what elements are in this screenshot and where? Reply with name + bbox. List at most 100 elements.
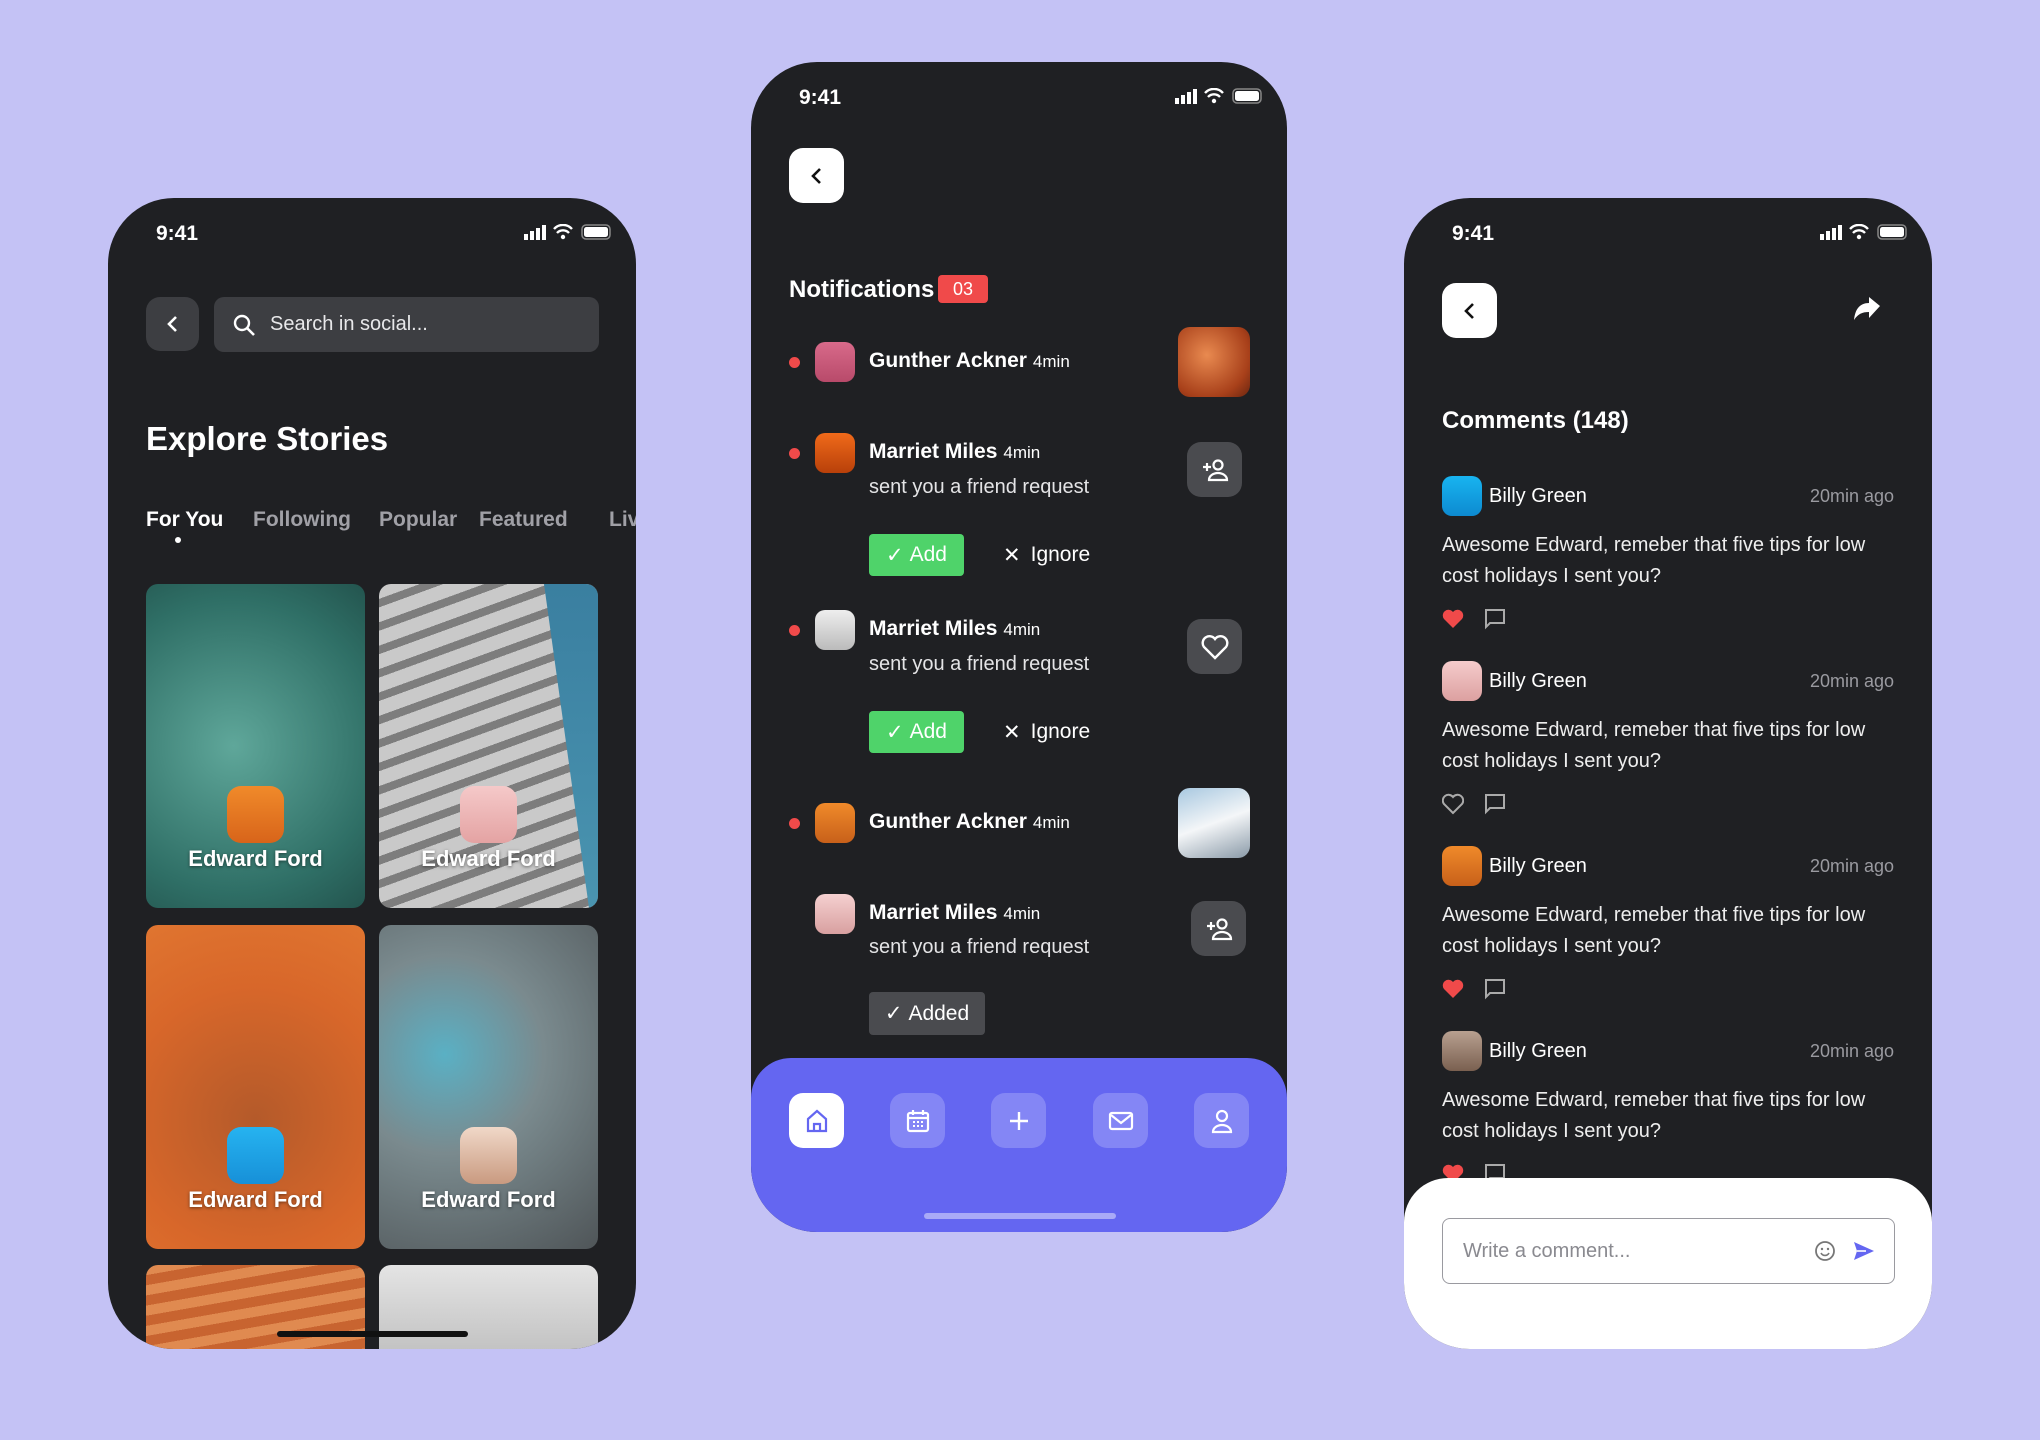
bottom-nav — [751, 1058, 1287, 1232]
share-icon[interactable] — [1852, 296, 1882, 322]
unread-dot — [789, 818, 800, 829]
story-card[interactable]: Edward Ford — [379, 925, 598, 1249]
notification-text: sent you a friend request — [869, 476, 1090, 498]
reply-icon[interactable] — [1484, 978, 1506, 1000]
comment-time: 20min ago — [1809, 486, 1894, 506]
ignore-button[interactable]: ✕ Ignore — [1003, 534, 1090, 576]
explore-screen: 9:41 Search in social... Explore Stories… — [108, 198, 636, 1349]
reply-icon[interactable] — [1484, 608, 1506, 630]
comment-composer: Write a comment... — [1404, 1178, 1932, 1349]
count-badge: 03 — [938, 275, 988, 303]
unread-dot — [789, 357, 800, 368]
back-button[interactable] — [789, 148, 844, 203]
plus-icon — [1009, 1111, 1028, 1130]
tab-popular[interactable]: Popular — [379, 508, 457, 532]
active-tab-dot — [175, 537, 181, 543]
home-indicator — [924, 1213, 1116, 1219]
page-title: Explore Stories — [146, 420, 389, 457]
avatar — [815, 894, 855, 934]
back-button[interactable] — [146, 297, 199, 351]
add-friend-button[interactable] — [1191, 901, 1246, 956]
reply-icon[interactable] — [1484, 793, 1506, 815]
page-title: Notifications — [789, 276, 935, 303]
notification-name: Gunther Ackner 4min — [869, 810, 1070, 833]
close-icon: ✕ — [1003, 720, 1021, 744]
search-placeholder: Search in social... — [270, 313, 428, 335]
post-thumbnail[interactable] — [1178, 788, 1250, 858]
home-indicator — [277, 1331, 468, 1337]
back-button[interactable] — [1442, 283, 1497, 338]
page-title: Comments (148) — [1442, 407, 1629, 434]
nav-calendar[interactable] — [890, 1093, 945, 1148]
avatar — [460, 1127, 517, 1184]
story-author: Edward Ford — [188, 846, 323, 871]
heart-icon[interactable] — [1442, 978, 1464, 1000]
story-card[interactable]: Edward Ford — [379, 584, 598, 908]
comment-text: Awesome Edward, remeber that five tips f… — [1442, 1089, 1866, 1142]
add-button[interactable]: ✓ Add — [869, 534, 964, 576]
calendar-icon — [906, 1109, 929, 1132]
comment-text: Awesome Edward, remeber that five tips f… — [1442, 719, 1866, 772]
story-author: Edward Ford — [421, 1187, 556, 1212]
search-input[interactable]: Search in social... — [214, 297, 599, 352]
unread-dot — [789, 448, 800, 459]
heart-icon — [1201, 634, 1228, 660]
emoji-icon[interactable] — [1814, 1240, 1836, 1262]
avatar — [227, 786, 284, 843]
tab-live[interactable]: Live — [609, 508, 636, 532]
story-card[interactable]: Edward Ford — [146, 584, 365, 908]
comment-text: Awesome Edward, remeber that five tips f… — [1442, 904, 1866, 957]
tab-for-you[interactable]: For You — [146, 508, 223, 532]
comment-time: 20min ago — [1809, 856, 1894, 876]
nav-profile[interactable] — [1194, 1093, 1249, 1148]
notification-name: Marriet Miles 4min — [869, 440, 1041, 463]
avatar — [1442, 1031, 1482, 1071]
like-button[interactable] — [1187, 619, 1242, 674]
post-thumbnail[interactable] — [1178, 327, 1250, 397]
add-button[interactable]: ✓ Add — [869, 711, 964, 753]
avatar — [815, 342, 855, 382]
heart-icon[interactable] — [1442, 793, 1464, 815]
status-time: 9:41 — [156, 222, 199, 245]
story-author: Edward Ford — [421, 846, 556, 871]
notification-name: Marriet Miles 4min — [869, 901, 1041, 924]
story-author: Edward Ford — [188, 1187, 323, 1212]
story-card[interactable]: Edward Ford — [146, 925, 365, 1249]
comment-time: 20min ago — [1809, 1041, 1894, 1061]
notifications-screen: 9:41 Notifications 03 Gunther Ackner 4min… — [751, 62, 1287, 1232]
nav-messages[interactable] — [1093, 1093, 1148, 1148]
avatar — [815, 803, 855, 843]
comments-screen: 9:41 Comments (148) Billy Green 20min ago… — [1404, 198, 1932, 1349]
avatar — [1442, 846, 1482, 886]
mail-icon — [1108, 1111, 1133, 1130]
nav-home[interactable] — [789, 1093, 844, 1148]
add-friend-button[interactable] — [1187, 442, 1242, 497]
comment-text: Awesome Edward, remeber that five tips f… — [1442, 534, 1866, 587]
added-button[interactable]: ✓ Added — [869, 992, 985, 1035]
status-icons — [1820, 224, 1910, 240]
send-icon[interactable] — [1852, 1240, 1876, 1262]
heart-icon[interactable] — [1442, 608, 1464, 630]
comment-author: Billy Green — [1489, 1040, 1587, 1062]
unread-dot — [789, 625, 800, 636]
status-time: 9:41 — [1452, 222, 1495, 245]
ignore-button[interactable]: ✕ Ignore — [1003, 711, 1090, 753]
avatar — [815, 610, 855, 650]
user-plus-icon — [1206, 917, 1232, 940]
tab-following[interactable]: Following — [253, 508, 351, 532]
chevron-left-icon — [810, 167, 821, 184]
nav-create[interactable] — [991, 1093, 1046, 1148]
comment-placeholder: Write a comment... — [1463, 1239, 1631, 1262]
user-icon — [1211, 1109, 1232, 1133]
search-icon — [233, 314, 255, 336]
comment-time: 20min ago — [1809, 671, 1894, 691]
status-icons — [1175, 88, 1265, 104]
tab-featured[interactable]: Featured — [479, 508, 568, 532]
comment-author: Billy Green — [1489, 485, 1587, 507]
home-icon — [806, 1109, 827, 1132]
check-icon: ✓ — [886, 720, 904, 744]
status-icons — [524, 224, 614, 240]
chevron-left-icon — [166, 316, 177, 332]
avatar — [1442, 661, 1482, 701]
comment-input[interactable]: Write a comment... — [1442, 1218, 1895, 1284]
